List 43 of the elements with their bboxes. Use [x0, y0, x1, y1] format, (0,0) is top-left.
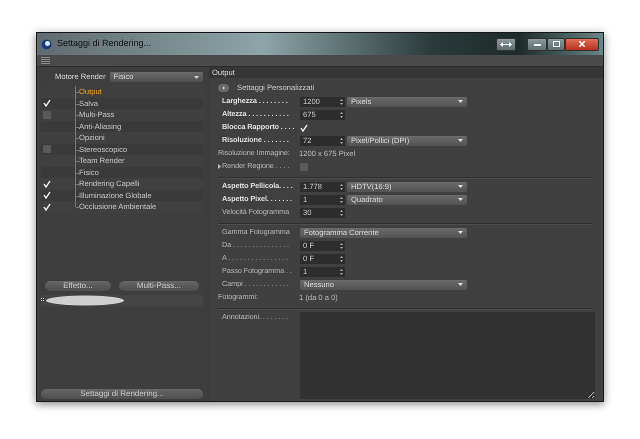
- window-title: Settaggi di Rendering...: [57, 37, 152, 50]
- caret-icon: [458, 231, 463, 234]
- spinner-icon[interactable]: [340, 210, 343, 216]
- app-icon: [41, 38, 52, 50]
- caret-icon: [458, 198, 463, 201]
- spinner-icon[interactable]: [340, 196, 343, 202]
- checkbox[interactable]: [43, 180, 51, 188]
- minimize-icon: [534, 42, 540, 46]
- expand-arrow-icon[interactable]: [218, 164, 221, 169]
- effect-button[interactable]: Effetto...: [45, 280, 111, 290]
- effect-button[interactable]: Multi-Pass...: [118, 280, 200, 290]
- spinner-icon[interactable]: [340, 242, 343, 248]
- checkbox[interactable]: [43, 99, 51, 108]
- grip-icon: [41, 57, 50, 64]
- notes-field[interactable]: [300, 312, 595, 399]
- spinner-icon[interactable]: [340, 184, 343, 190]
- caret-icon: [458, 100, 463, 103]
- close-icon: [579, 41, 585, 47]
- render-settings-button[interactable]: Settaggi di Rendering...: [41, 389, 203, 399]
- checkbox[interactable]: [43, 191, 51, 200]
- checkmark-icon: [43, 99, 51, 108]
- maximize-icon: [552, 41, 560, 47]
- close-button[interactable]: [565, 38, 599, 50]
- spinner-icon[interactable]: [340, 256, 343, 262]
- spinner-icon[interactable]: [340, 138, 343, 144]
- pin-button[interactable]: [496, 38, 516, 50]
- spinner-icon[interactable]: [340, 98, 343, 104]
- spinner-icon[interactable]: [340, 268, 343, 274]
- checkbox[interactable]: [43, 145, 51, 154]
- spinner-icon[interactable]: [340, 112, 343, 118]
- checkbox[interactable]: [300, 124, 308, 132]
- caret-icon: [458, 185, 463, 188]
- caret-icon: [194, 76, 199, 78]
- maximize-button[interactable]: [547, 38, 565, 50]
- double-arrow-icon: [500, 42, 512, 46]
- checkbox[interactable]: [43, 110, 51, 119]
- preset-button-icon[interactable]: [218, 84, 229, 92]
- caret-icon: [458, 139, 463, 142]
- checkbox[interactable]: [300, 162, 308, 170]
- checkbox[interactable]: [43, 202, 51, 211]
- minimize-button[interactable]: [527, 38, 547, 50]
- checkmark-icon: [300, 124, 308, 132]
- caret-icon: [458, 283, 463, 286]
